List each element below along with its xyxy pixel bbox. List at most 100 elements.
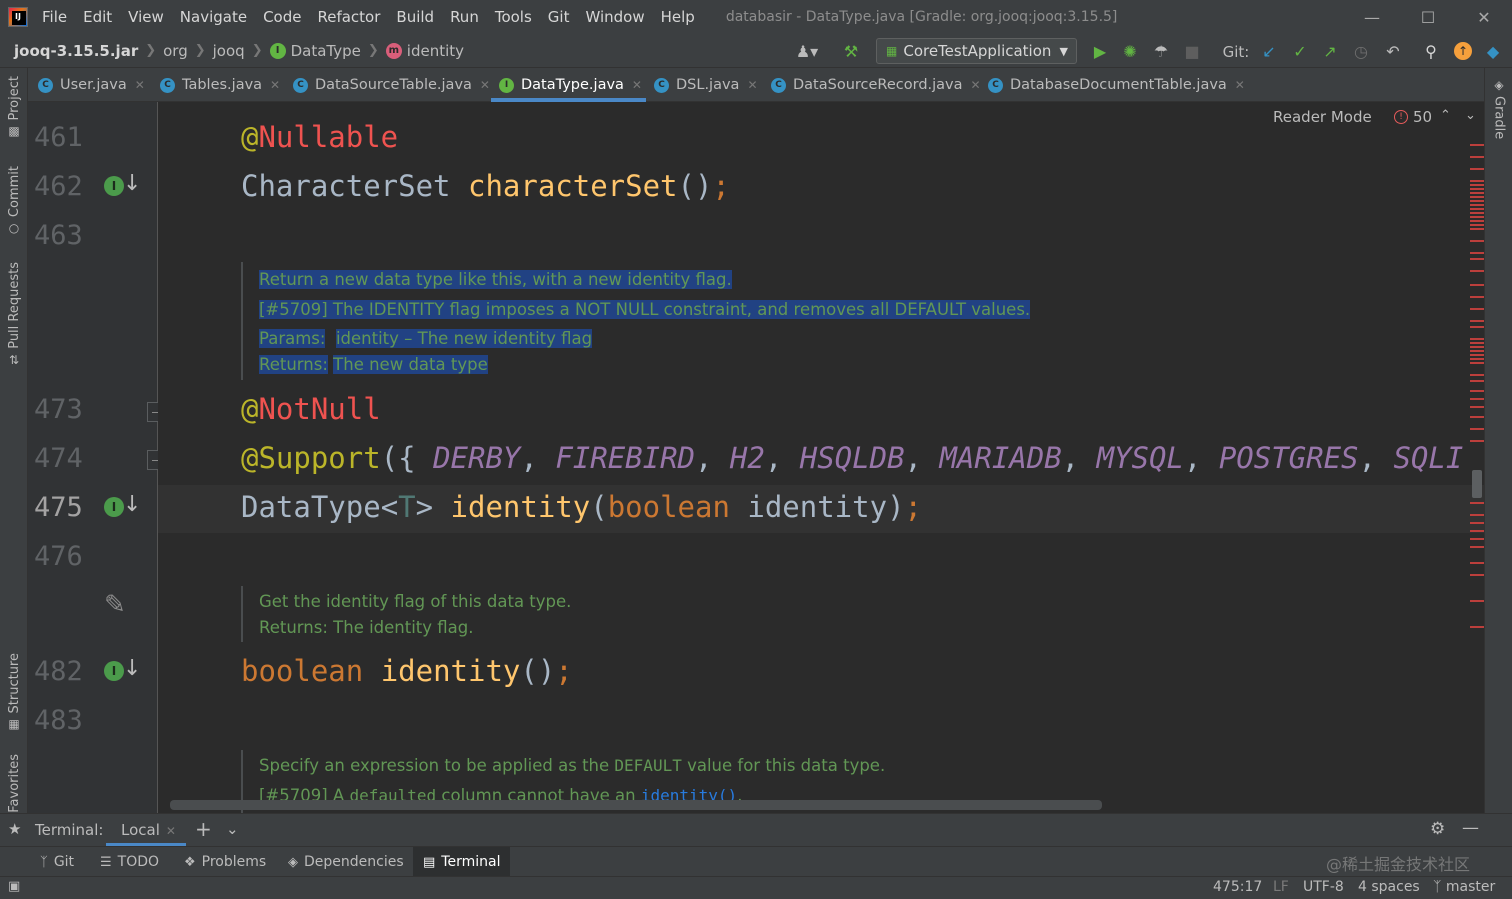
git-branch[interactable]: ᛉ master: [1433, 879, 1495, 895]
debug-icon[interactable]: ✺: [1119, 40, 1141, 62]
reader-mode-button[interactable]: Reader Mode: [1273, 108, 1372, 126]
menu-help[interactable]: Help: [661, 8, 695, 26]
javadoc-identity-setter[interactable]: Return a new data type like this, with a…: [241, 262, 1031, 380]
run-icon[interactable]: ▶: [1089, 40, 1111, 62]
tab-label: DSL.java: [676, 77, 740, 93]
update-available-icon[interactable]: ↑: [1452, 40, 1474, 62]
terminal-tab-local[interactable]: Local ✕: [121, 821, 176, 839]
menu-run[interactable]: Run: [450, 8, 479, 26]
close-tab-icon[interactable]: ✕: [1235, 78, 1245, 92]
vertical-scrollbar-thumb[interactable]: [1472, 470, 1482, 498]
implemented-icon[interactable]: I ↓: [104, 492, 141, 526]
terminal-tool-button[interactable]: ▤ Terminal: [413, 847, 511, 877]
folder-icon: ▩: [8, 124, 20, 139]
maximize-icon[interactable]: ☐: [1400, 0, 1456, 34]
tab-datatype-java[interactable]: I DataType.java ✕: [491, 68, 646, 102]
run-configuration-select[interactable]: ▦ CoreTestApplication ▼: [876, 38, 1077, 64]
class-icon: C: [771, 77, 786, 93]
project-tool-button[interactable]: Project ▩: [2, 76, 26, 138]
minimize-icon[interactable]: —: [1344, 0, 1400, 34]
menu-file[interactable]: File: [42, 8, 67, 26]
implemented-icon[interactable]: I ↓: [104, 171, 141, 205]
history-icon[interactable]: ◷: [1350, 40, 1372, 62]
menu-view[interactable]: View: [128, 8, 164, 26]
close-tab-icon[interactable]: ✕: [270, 78, 280, 92]
error-stripe[interactable]: [1468, 142, 1484, 682]
search-icon[interactable]: ⚲: [1420, 40, 1442, 62]
line-number: 474: [34, 443, 83, 474]
pencil-icon[interactable]: ✎: [104, 590, 126, 620]
tab-datasourcerecord-java[interactable]: C DataSourceRecord.java ✕: [771, 68, 981, 102]
menu-git[interactable]: Git: [548, 8, 570, 26]
menu-tools[interactable]: Tools: [495, 8, 532, 26]
caret-position[interactable]: 475:17: [1213, 879, 1262, 895]
commit-tool-button[interactable]: Commit ○: [2, 166, 26, 235]
pull-requests-tool-button[interactable]: Pull Requests ⇅: [2, 262, 26, 367]
close-tab-icon[interactable]: ✕: [166, 824, 176, 838]
pull-requests-label: Pull Requests: [6, 262, 22, 349]
horizontal-scrollbar[interactable]: [170, 800, 1102, 810]
git-tool-button[interactable]: ᛉ Git: [36, 847, 78, 877]
editor-gutter[interactable]: 461 462 I ↓ 463 473 474 475 I ↓ 476 ✎ 482 …: [28, 102, 167, 813]
menu-code[interactable]: Code: [263, 8, 301, 26]
git-update-icon[interactable]: ↙: [1258, 40, 1280, 62]
javadoc-identity-getter[interactable]: Get the identity flag of this data type.…: [241, 586, 571, 642]
breadcrumb-org[interactable]: org: [163, 42, 188, 60]
close-tab-icon[interactable]: ✕: [632, 78, 642, 92]
chevron-up-icon[interactable]: ⌃: [1440, 108, 1451, 123]
menu-edit[interactable]: Edit: [83, 8, 112, 26]
menu-refactor[interactable]: Refactor: [317, 8, 380, 26]
breadcrumb-identity[interactable]: m identity: [385, 42, 464, 60]
star-icon[interactable]: ★: [8, 820, 21, 838]
close-tab-icon[interactable]: ✕: [971, 78, 981, 92]
breadcrumb-jar[interactable]: jooq-3.15.5.jar: [14, 42, 138, 60]
problems-indicator[interactable]: ! 50: [1394, 108, 1432, 126]
branch-icon: ᛉ: [40, 854, 48, 870]
tab-tables-java[interactable]: C Tables.java ✕: [160, 68, 280, 102]
rollback-icon[interactable]: ↶: [1382, 40, 1404, 62]
git-push-icon[interactable]: ↗: [1319, 40, 1341, 62]
code-editor[interactable]: Reader Mode ! 50 ⌃ ⌄ @Nullable Character…: [158, 102, 1484, 813]
git-commit-icon[interactable]: ✓: [1289, 40, 1311, 62]
close-tab-icon[interactable]: ✕: [747, 78, 757, 92]
layers-icon: ◈: [288, 854, 298, 870]
hammer-icon[interactable]: ⚒: [840, 40, 862, 62]
chevron-right-icon: ❯: [194, 43, 206, 58]
user-dropdown-icon[interactable]: ♟▾: [790, 40, 824, 62]
problems-tool-button[interactable]: ❖ Problems: [180, 847, 270, 877]
indent-setting[interactable]: 4 spaces: [1358, 879, 1420, 895]
tab-datasourcetable-java[interactable]: C DataSourceTable.java ✕: [293, 68, 490, 102]
chevron-down-icon[interactable]: ⌄: [226, 820, 239, 838]
line-number: 462: [34, 171, 83, 202]
gradle-tool-button[interactable]: ◈ Gradle: [1487, 78, 1511, 139]
menu-navigate[interactable]: Navigate: [180, 8, 247, 26]
tab-databasedocumenttable-java[interactable]: C DatabaseDocumentTable.java ✕: [988, 68, 1245, 102]
gradle-elephant-icon: ◈: [1494, 78, 1504, 92]
stop-icon[interactable]: ■: [1181, 40, 1203, 62]
line-number: 461: [34, 122, 83, 153]
structure-tool-button[interactable]: Structure ▦: [2, 653, 26, 731]
chevron-down-icon[interactable]: ⌄: [1465, 108, 1476, 123]
jetbrains-toolbox-icon[interactable]: ◆: [1482, 40, 1504, 62]
gear-icon[interactable]: ⚙: [1430, 819, 1445, 839]
line-separator[interactable]: LF: [1273, 879, 1289, 895]
plus-icon[interactable]: +: [195, 817, 212, 841]
breadcrumb-jooq[interactable]: jooq: [213, 42, 245, 60]
file-encoding[interactable]: UTF-8: [1303, 879, 1344, 895]
dependencies-tool-button[interactable]: ◈ Dependencies: [284, 847, 408, 877]
method-icon: m: [385, 42, 402, 59]
hide-panel-icon[interactable]: —: [1462, 818, 1479, 838]
tab-user-java[interactable]: C User.java ✕: [38, 68, 145, 102]
breadcrumb-datatype[interactable]: I DataType: [269, 42, 361, 60]
todo-tool-button[interactable]: ☰ TODO: [96, 847, 163, 877]
close-icon[interactable]: ✕: [1456, 0, 1512, 34]
menu-window[interactable]: Window: [585, 8, 644, 26]
menu-build[interactable]: Build: [396, 8, 434, 26]
tool-window-bar: ᛉ Git ☰ TODO ❖ Problems ◈ Dependencies ▤ Term…: [0, 846, 1512, 877]
close-tab-icon[interactable]: ✕: [480, 78, 490, 92]
coverage-icon[interactable]: ☂: [1150, 40, 1172, 62]
implemented-icon[interactable]: I ↓: [104, 656, 141, 690]
layout-icon[interactable]: ▣: [8, 879, 20, 894]
close-tab-icon[interactable]: ✕: [135, 78, 145, 92]
tab-dsl-java[interactable]: C DSL.java ✕: [654, 68, 758, 102]
